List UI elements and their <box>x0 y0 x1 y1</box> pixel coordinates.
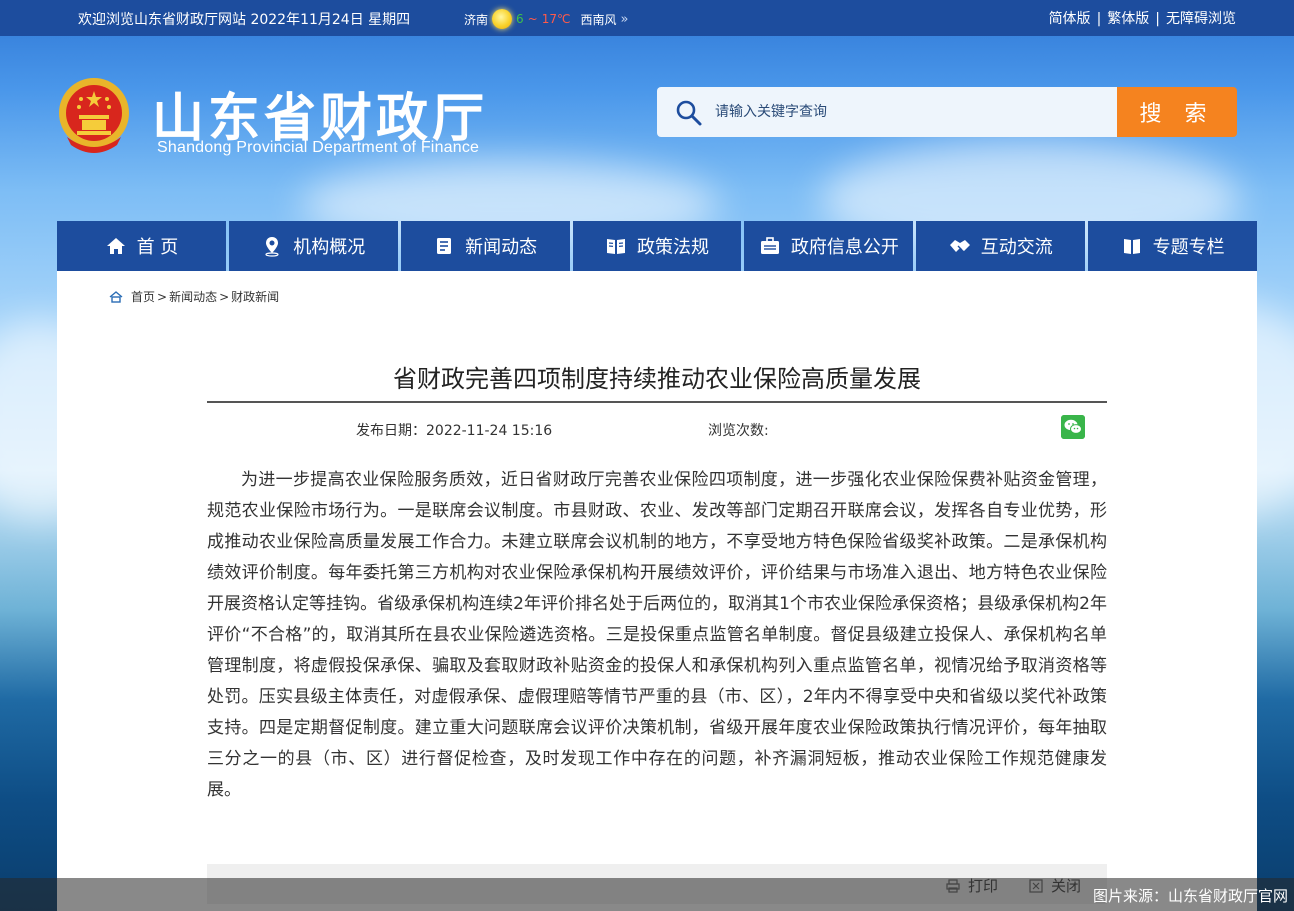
nav-item-label: 政府信息公开 <box>790 237 899 258</box>
print-label: 打印 <box>968 877 999 895</box>
double-chevron-icon[interactable]: » <box>620 12 628 27</box>
breadcrumb-home[interactable]: 首页 <box>131 288 155 305</box>
nav-item-policy[interactable]: 政策法规 <box>572 221 742 271</box>
book-icon <box>607 239 625 254</box>
weather-city: 济南 <box>464 12 489 27</box>
view-count: 浏览次数: <box>708 423 769 439</box>
search-input[interactable] <box>715 100 1095 124</box>
close-button[interactable]: 关闭 <box>1029 875 1081 896</box>
article-title: 省财政完善四项制度持续推动农业保险高质量发展 <box>393 365 921 393</box>
weather-widget[interactable]: 济南 6 ~17℃ 西南风 » <box>464 9 628 29</box>
close-icon <box>1029 878 1043 893</box>
site-subtitle: Shandong Provincial Department of Financ… <box>157 139 480 156</box>
nav-item-organization[interactable]: 机构概况 <box>228 221 398 271</box>
home-icon <box>109 290 123 303</box>
breadcrumb-finance-news[interactable]: 财政新闻 <box>231 288 279 305</box>
nav-item-news[interactable]: 新闻动态 <box>400 221 570 271</box>
search-button[interactable]: 搜 索 <box>1117 87 1237 137</box>
traditional-link[interactable]: 繁体版 <box>1107 11 1149 27</box>
link-separator: | <box>1096 11 1102 27</box>
nav-item-home[interactable]: 首 页 <box>57 221 226 271</box>
location-pin-icon <box>265 237 279 257</box>
title-divider <box>207 401 1107 403</box>
breadcrumb-news[interactable]: 新闻动态 <box>169 288 217 305</box>
wind-text: 西南风 <box>580 12 617 27</box>
close-label: 关闭 <box>1051 877 1082 895</box>
breadcrumb-separator: > <box>219 289 230 304</box>
nav-item-label: 互动交流 <box>980 237 1053 258</box>
news-icon <box>437 238 452 254</box>
temp-tilde: ~ <box>527 12 538 26</box>
breadcrumb-separator: > <box>157 289 168 304</box>
nav-item-label: 政策法规 <box>637 237 709 258</box>
content-panel: 首页 > 新闻动态 > 财政新闻 省财政完善四项制度持续推动农业保险高质量发展 发布… <box>57 271 1257 911</box>
nav-item-label: 专题专栏 <box>1152 237 1225 258</box>
article-body: 为进一步提高农业保险服务质效，近日省财政厅完善农业保险四项制度，进一步强化农业保… <box>207 470 1107 800</box>
main-nav: 首 页 机构概况 新闻动态 政策法规 政府信息公开 互动交流 专题专栏 <box>57 221 1258 271</box>
accessibility-link[interactable]: 无障碍浏览 <box>1166 11 1236 27</box>
nav-item-label: 新闻动态 <box>465 237 538 258</box>
printer-icon <box>946 878 960 893</box>
sun-icon <box>492 9 513 29</box>
open-book-icon <box>1123 239 1140 254</box>
search-box <box>657 87 1117 137</box>
temp-low: 6 <box>516 12 524 26</box>
briefcase-icon <box>760 237 779 254</box>
nav-item-special[interactable]: 专题专栏 <box>1088 221 1258 271</box>
wechat-icon[interactable] <box>1061 415 1085 439</box>
nav-item-disclosure[interactable]: 政府信息公开 <box>744 221 914 271</box>
version-links: 简体版 | 繁体版 | 无障碍浏览 <box>1049 8 1236 28</box>
search-icon <box>676 100 702 126</box>
nav-item-interaction[interactable]: 互动交流 <box>916 221 1086 271</box>
welcome-text: 欢迎浏览山东省财政厅网站 2022年11月24日 星期四 <box>78 12 411 28</box>
nav-item-label: 机构概况 <box>293 237 366 258</box>
image-source-caption: 图片来源：山东省财政厅官网 <box>1092 887 1288 905</box>
link-separator: | <box>1155 11 1160 27</box>
simplified-link[interactable]: 简体版 <box>1049 11 1091 27</box>
breadcrumb: 首页 > 新闻动态 > 财政新闻 <box>109 288 279 305</box>
publish-date: 发布日期：2022-11-24 15:16 <box>356 423 553 439</box>
print-button[interactable]: 打印 <box>946 875 998 896</box>
home-icon <box>106 238 125 254</box>
temp-high: 17℃ <box>541 12 571 26</box>
nav-item-label: 首 页 <box>136 237 179 258</box>
handshake-icon <box>949 240 970 252</box>
national-emblem-icon[interactable] <box>57 73 131 159</box>
top-bar: 欢迎浏览山东省财政厅网站 2022年11月24日 星期四 济南 6 ~17℃ 西南… <box>0 0 1294 36</box>
